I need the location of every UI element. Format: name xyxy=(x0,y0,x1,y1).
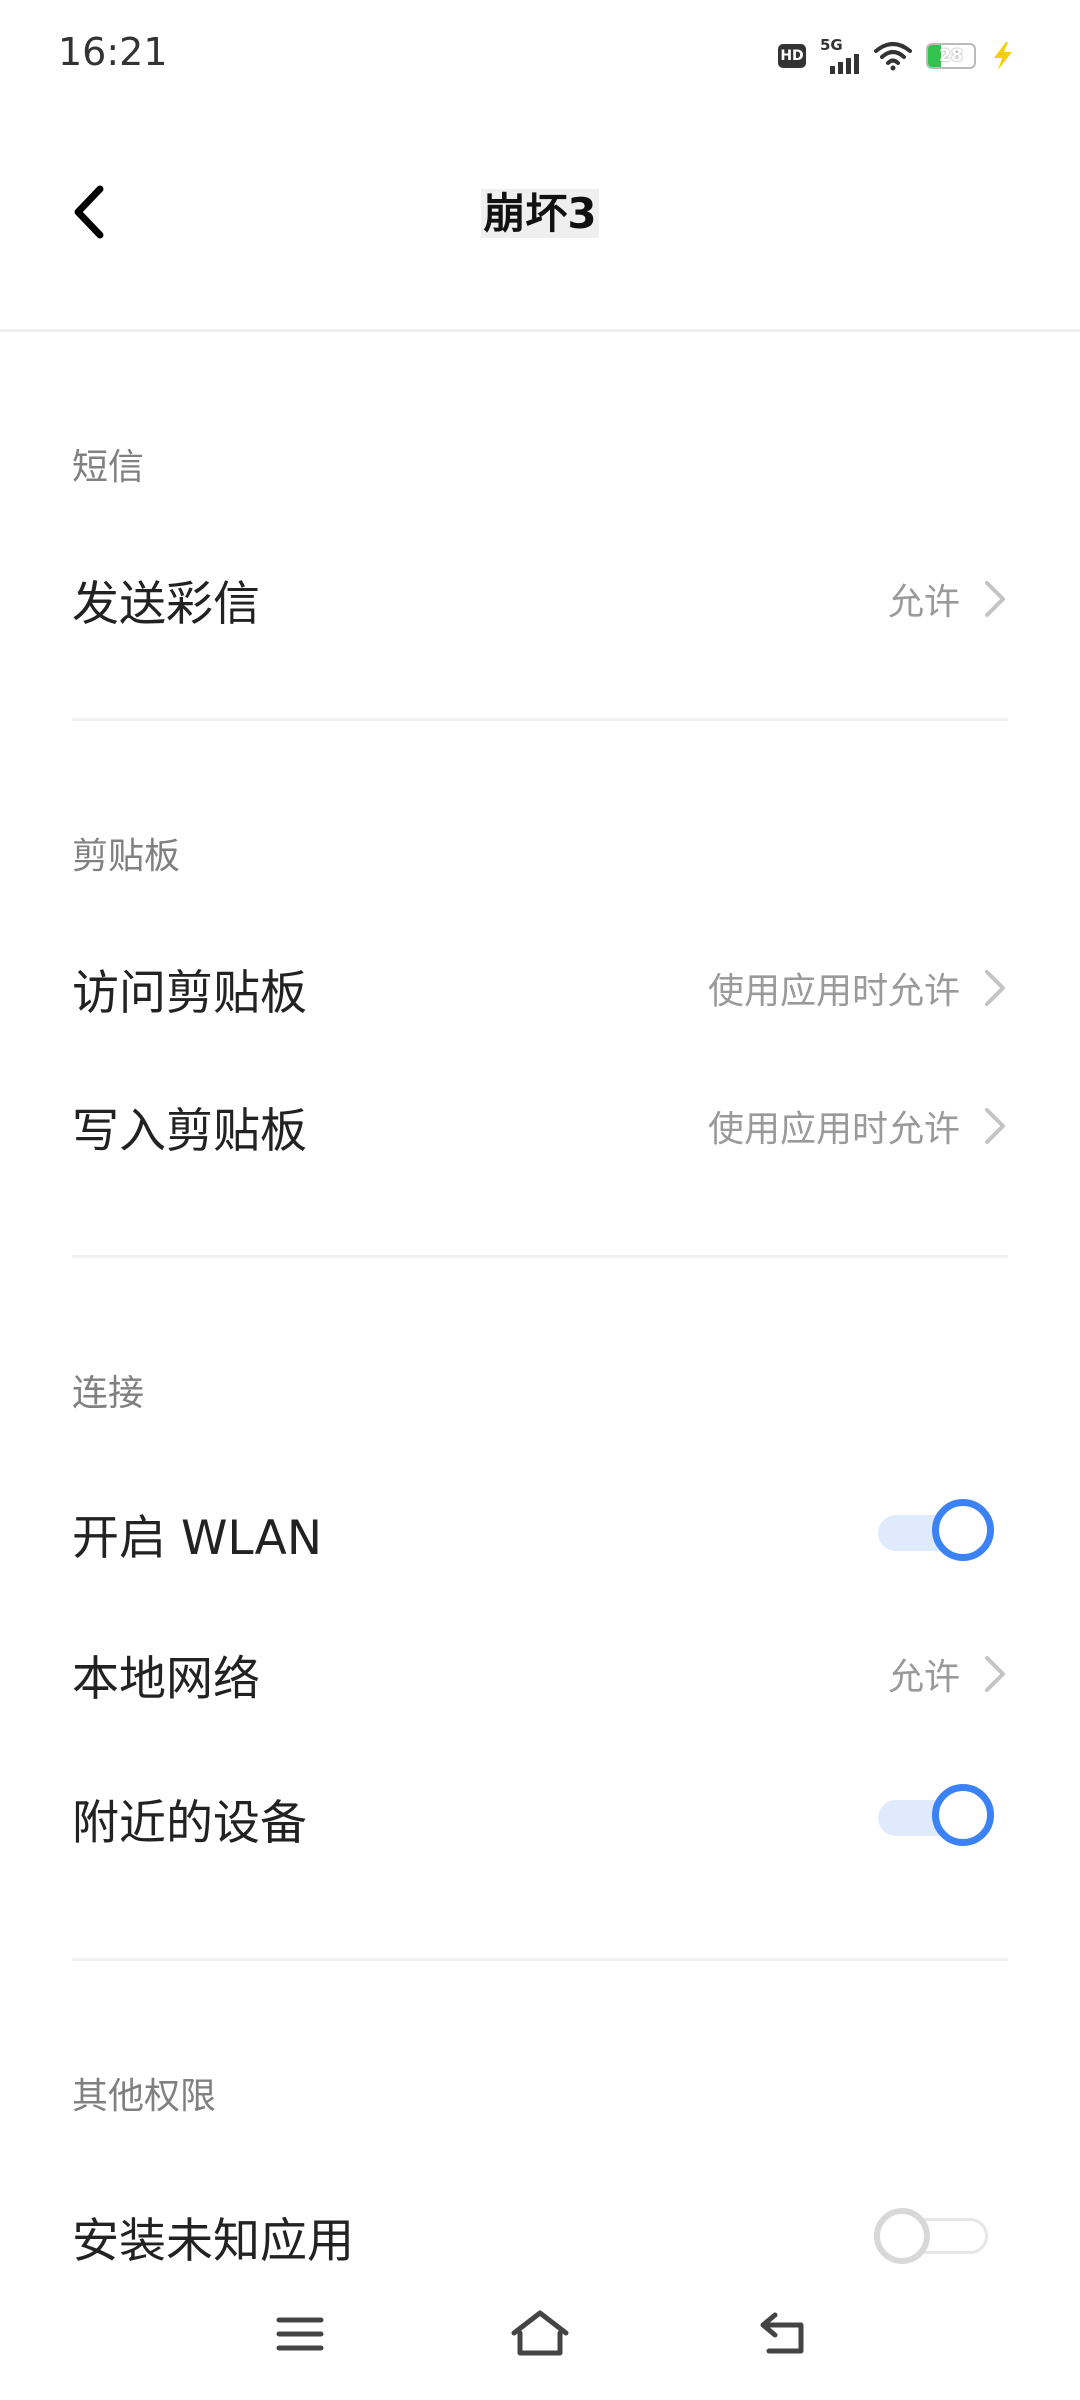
row-local-network[interactable]: 本地网络 允许 xyxy=(72,1602,1008,1746)
navigation-bar xyxy=(0,2270,1080,2400)
section-title: 短信 xyxy=(72,447,145,488)
row-label: 安装未知应用 xyxy=(72,2213,354,2269)
battery-icon: 28 xyxy=(926,43,976,69)
charging-bolt-icon xyxy=(994,42,1012,70)
row-write-clipboard[interactable]: 写入剪贴板 使用应用时允许 xyxy=(72,1057,1008,1195)
row-label: 附近的设备 xyxy=(72,1795,307,1851)
install-unknown-apps-toggle[interactable] xyxy=(872,2202,994,2270)
chevron-right-icon xyxy=(982,968,1008,1008)
row-label: 本地网络 xyxy=(72,1651,260,1707)
row-label: 写入剪贴板 xyxy=(72,1103,307,1159)
row-label: 开启 WLAN xyxy=(72,1510,322,1566)
row-value: 使用应用时允许 xyxy=(707,971,960,1012)
row-value: 允许 xyxy=(887,582,960,623)
section-sms: 短信 发送彩信 允许 xyxy=(0,332,1080,668)
section-title: 连接 xyxy=(72,1373,145,1414)
row-value: 使用应用时允许 xyxy=(707,1109,960,1150)
back-return-icon xyxy=(760,2312,804,2354)
section-other-permissions: 其他权限 安装未知应用 xyxy=(0,1961,1080,2305)
page-title: 崩坏3 xyxy=(481,189,599,238)
wlan-toggle[interactable] xyxy=(872,1499,994,1567)
section-title: 其他权限 xyxy=(72,2076,217,2117)
app-header: 崩坏3 xyxy=(0,110,1080,332)
hd-icon: HD xyxy=(778,44,806,68)
chevron-right-icon xyxy=(982,1654,1008,1694)
status-bar: 16:21 HD 5G 28 xyxy=(0,0,1080,110)
home-icon xyxy=(511,2310,569,2356)
row-access-clipboard[interactable]: 访问剪贴板 使用应用时允许 xyxy=(72,919,1008,1057)
menu-icon xyxy=(276,2317,324,2351)
section-clipboard: 剪贴板 访问剪贴板 使用应用时允许 写入剪贴板 使用应用时允许 xyxy=(0,721,1080,1195)
nav-menu-button[interactable] xyxy=(260,2294,340,2374)
chevron-right-icon xyxy=(982,579,1008,619)
row-enable-wlan[interactable]: 开启 WLAN xyxy=(72,1464,1008,1602)
section-title: 剪贴板 xyxy=(72,836,181,877)
nearby-devices-toggle[interactable] xyxy=(872,1784,994,1852)
nav-home-button[interactable] xyxy=(500,2294,580,2374)
network-type-label: 5G xyxy=(820,36,843,54)
nav-back-button[interactable] xyxy=(742,2294,822,2374)
cellular-signal-icon: 5G xyxy=(820,36,860,74)
wifi-icon xyxy=(874,42,912,71)
permissions-list: 短信 发送彩信 允许 剪贴板 访问剪贴板 使用应用时允许 写入剪贴板 使用应用时… xyxy=(0,332,1080,2305)
row-nearby-devices[interactable]: 附近的设备 xyxy=(72,1746,1008,1890)
row-value: 允许 xyxy=(887,1657,960,1698)
row-label: 发送彩信 xyxy=(72,576,260,632)
row-label: 访问剪贴板 xyxy=(72,965,307,1021)
row-send-mms[interactable]: 发送彩信 允许 xyxy=(72,530,1008,668)
status-icons: HD 5G 28 xyxy=(778,36,1016,76)
status-time: 16:21 xyxy=(58,30,168,74)
chevron-right-icon xyxy=(982,1106,1008,1146)
battery-level: 28 xyxy=(939,46,963,66)
section-connection: 连接 开启 WLAN 本地网络 允许 附近的设备 xyxy=(0,1258,1080,1890)
